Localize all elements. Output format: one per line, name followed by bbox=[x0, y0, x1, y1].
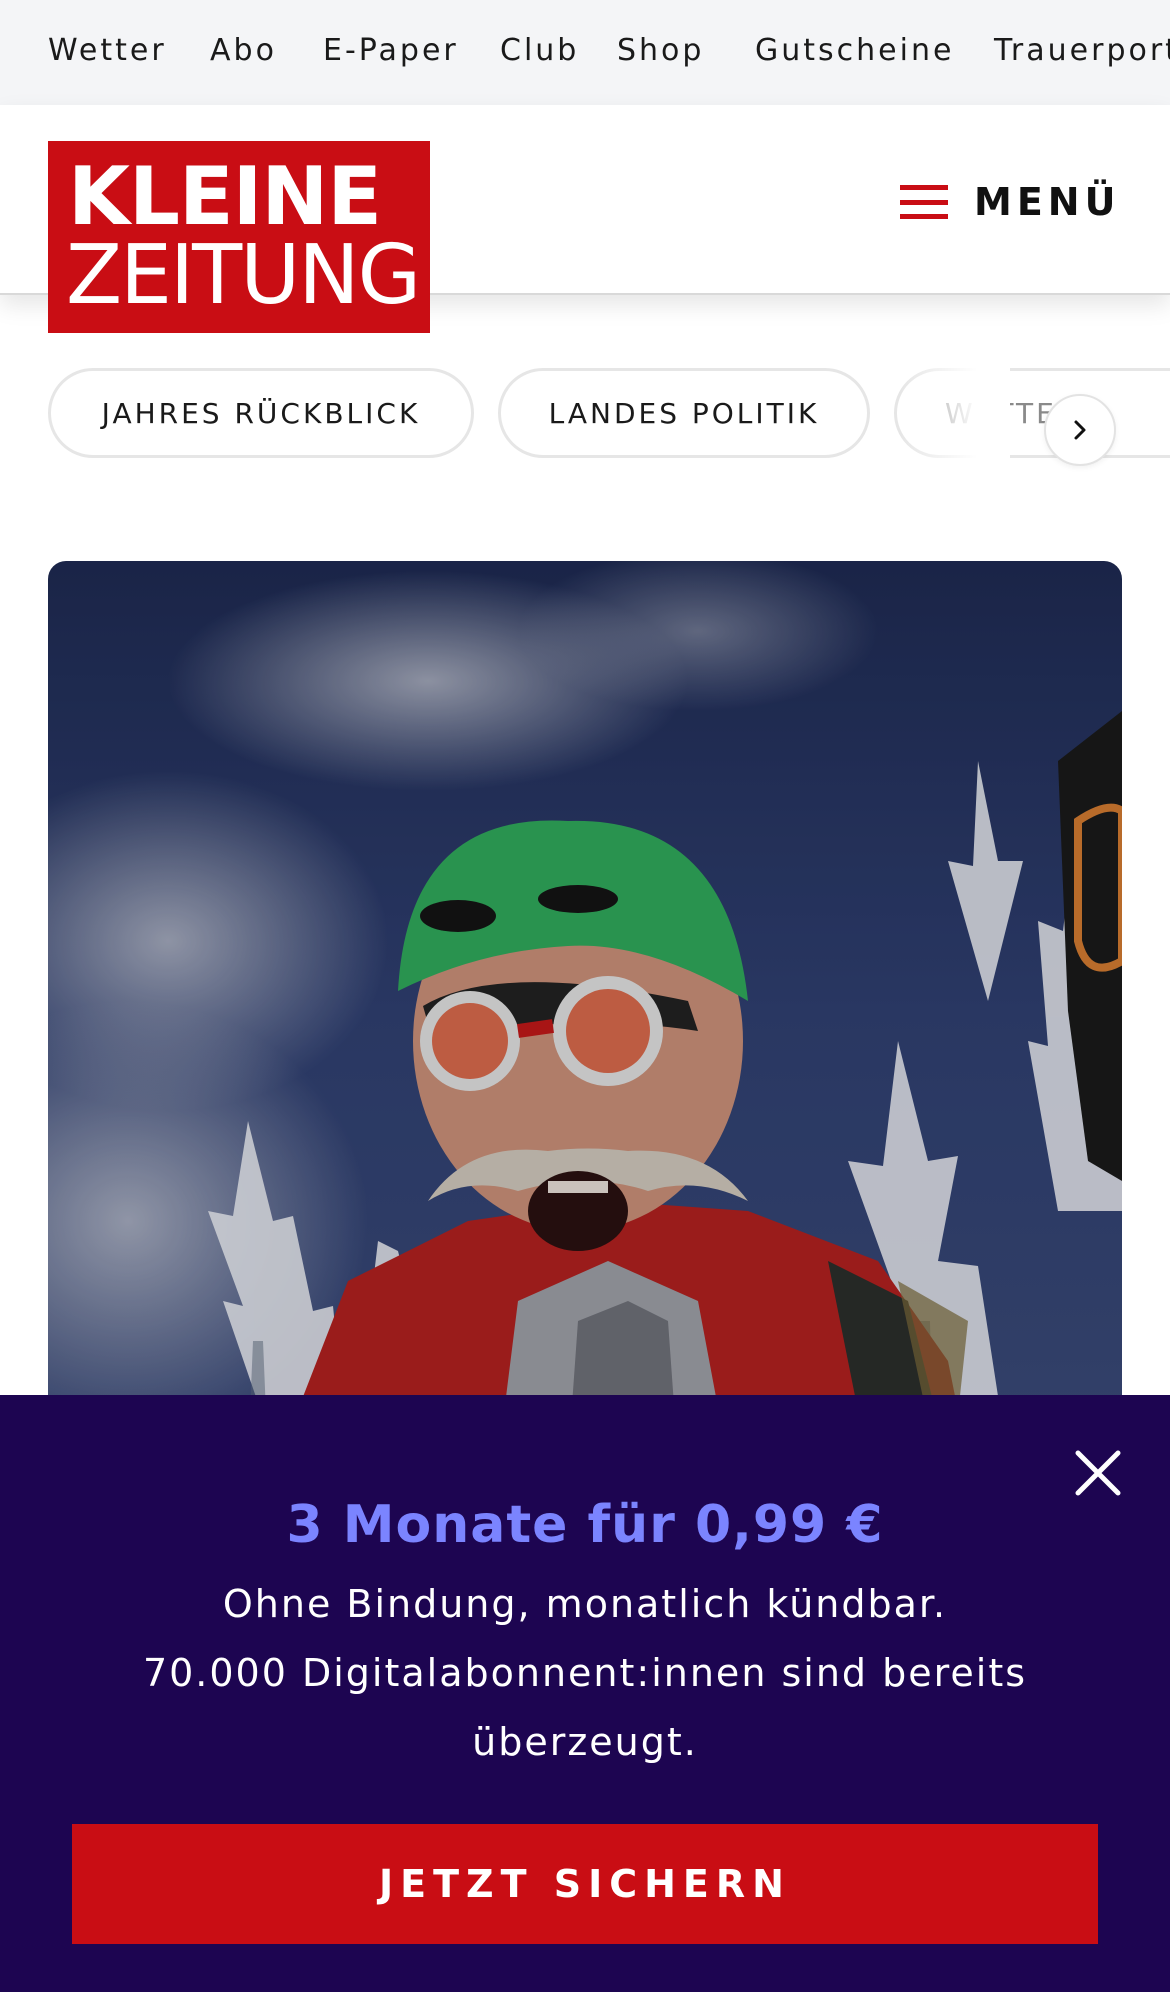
hero-image[interactable] bbox=[48, 561, 1122, 1461]
chevron-right-icon bbox=[1074, 420, 1086, 440]
promo-close-button[interactable] bbox=[1070, 1445, 1126, 1501]
promo-headline: 3 Monate für 0,99 € bbox=[286, 1495, 884, 1555]
topnav-link-abo[interactable]: Abo bbox=[210, 33, 277, 68]
promo-cta-button[interactable]: JETZT SICHERN bbox=[72, 1824, 1098, 1944]
topnav-link-epaper[interactable]: E-Paper bbox=[323, 33, 459, 68]
topnav-link-wetter[interactable]: Wetter bbox=[48, 33, 167, 68]
promo-text-line1: Ohne Bindung, monatlich kündbar. bbox=[222, 1582, 948, 1626]
logo-text-kleine: KLEINE bbox=[68, 150, 382, 243]
topic-pill-landespolitik[interactable]: LANDES POLITIK bbox=[498, 368, 870, 458]
topic-pill-jahresrueckblick[interactable]: JAHRES RÜCKBLICK bbox=[48, 368, 474, 458]
topic-pill-bar: JAHRES RÜCKBLICK LANDES POLITIK WETTER bbox=[0, 368, 1170, 460]
menu-button[interactable]: MENÜ bbox=[900, 167, 1120, 237]
promo-description: Ohne Bindung, monatlich kündbar. 70.000 … bbox=[120, 1570, 1050, 1777]
topnav-link-shop[interactable]: Shop bbox=[617, 33, 704, 68]
top-service-nav: Wetter Abo E-Paper Club Shop Gutscheine … bbox=[0, 0, 1170, 105]
topnav-link-club[interactable]: Club bbox=[500, 33, 579, 68]
logo-text-zeitung: ZEITUNG bbox=[66, 228, 421, 323]
topic-scroll-next-button[interactable] bbox=[1044, 394, 1116, 466]
menu-label: MENÜ bbox=[974, 180, 1121, 224]
close-icon bbox=[1075, 1450, 1121, 1496]
subscription-promo-overlay: 3 Monate für 0,99 € Ohne Bindung, monatl… bbox=[0, 1395, 1170, 1992]
pill-fade-overlay bbox=[900, 368, 1010, 460]
site-logo[interactable]: KLEINE ZEITUNG bbox=[48, 141, 430, 333]
hamburger-icon bbox=[900, 185, 948, 219]
topnav-link-gutscheine[interactable]: Gutscheine bbox=[755, 33, 954, 68]
site-header: KLEINE ZEITUNG MENÜ bbox=[0, 105, 1170, 333]
topnav-link-trauerportal[interactable]: Trauerportal bbox=[994, 33, 1170, 68]
promo-text-line2: 70.000 Digitalabonnent:innen sind bereit… bbox=[142, 1651, 1028, 1764]
